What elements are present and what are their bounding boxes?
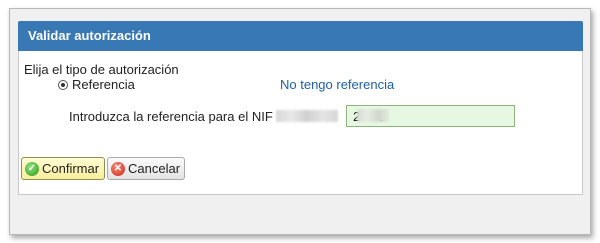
confirm-button[interactable]: ✓ Confirmar (21, 157, 105, 180)
cancel-button-label: Cancelar (128, 161, 181, 176)
authorization-type-label: Elija el tipo de autorización (24, 62, 179, 77)
redacted-reference (357, 109, 389, 122)
x-circle-icon: ✕ (111, 161, 125, 176)
dialog-title: Validar autorización (18, 21, 583, 51)
no-reference-link[interactable]: No tengo referencia (280, 77, 394, 92)
radio-selected-icon[interactable] (58, 79, 68, 90)
redacted-nif (276, 110, 338, 122)
nif-reference-label: Introduzca la referencia para el NIF (69, 109, 273, 124)
radio-option-reference[interactable]: Referencia (58, 77, 135, 92)
cancel-button[interactable]: ✕ Cancelar (107, 157, 185, 180)
radio-option-label: Referencia (72, 77, 135, 92)
confirm-button-label: Confirmar (42, 161, 100, 176)
check-circle-icon: ✓ (25, 161, 39, 176)
